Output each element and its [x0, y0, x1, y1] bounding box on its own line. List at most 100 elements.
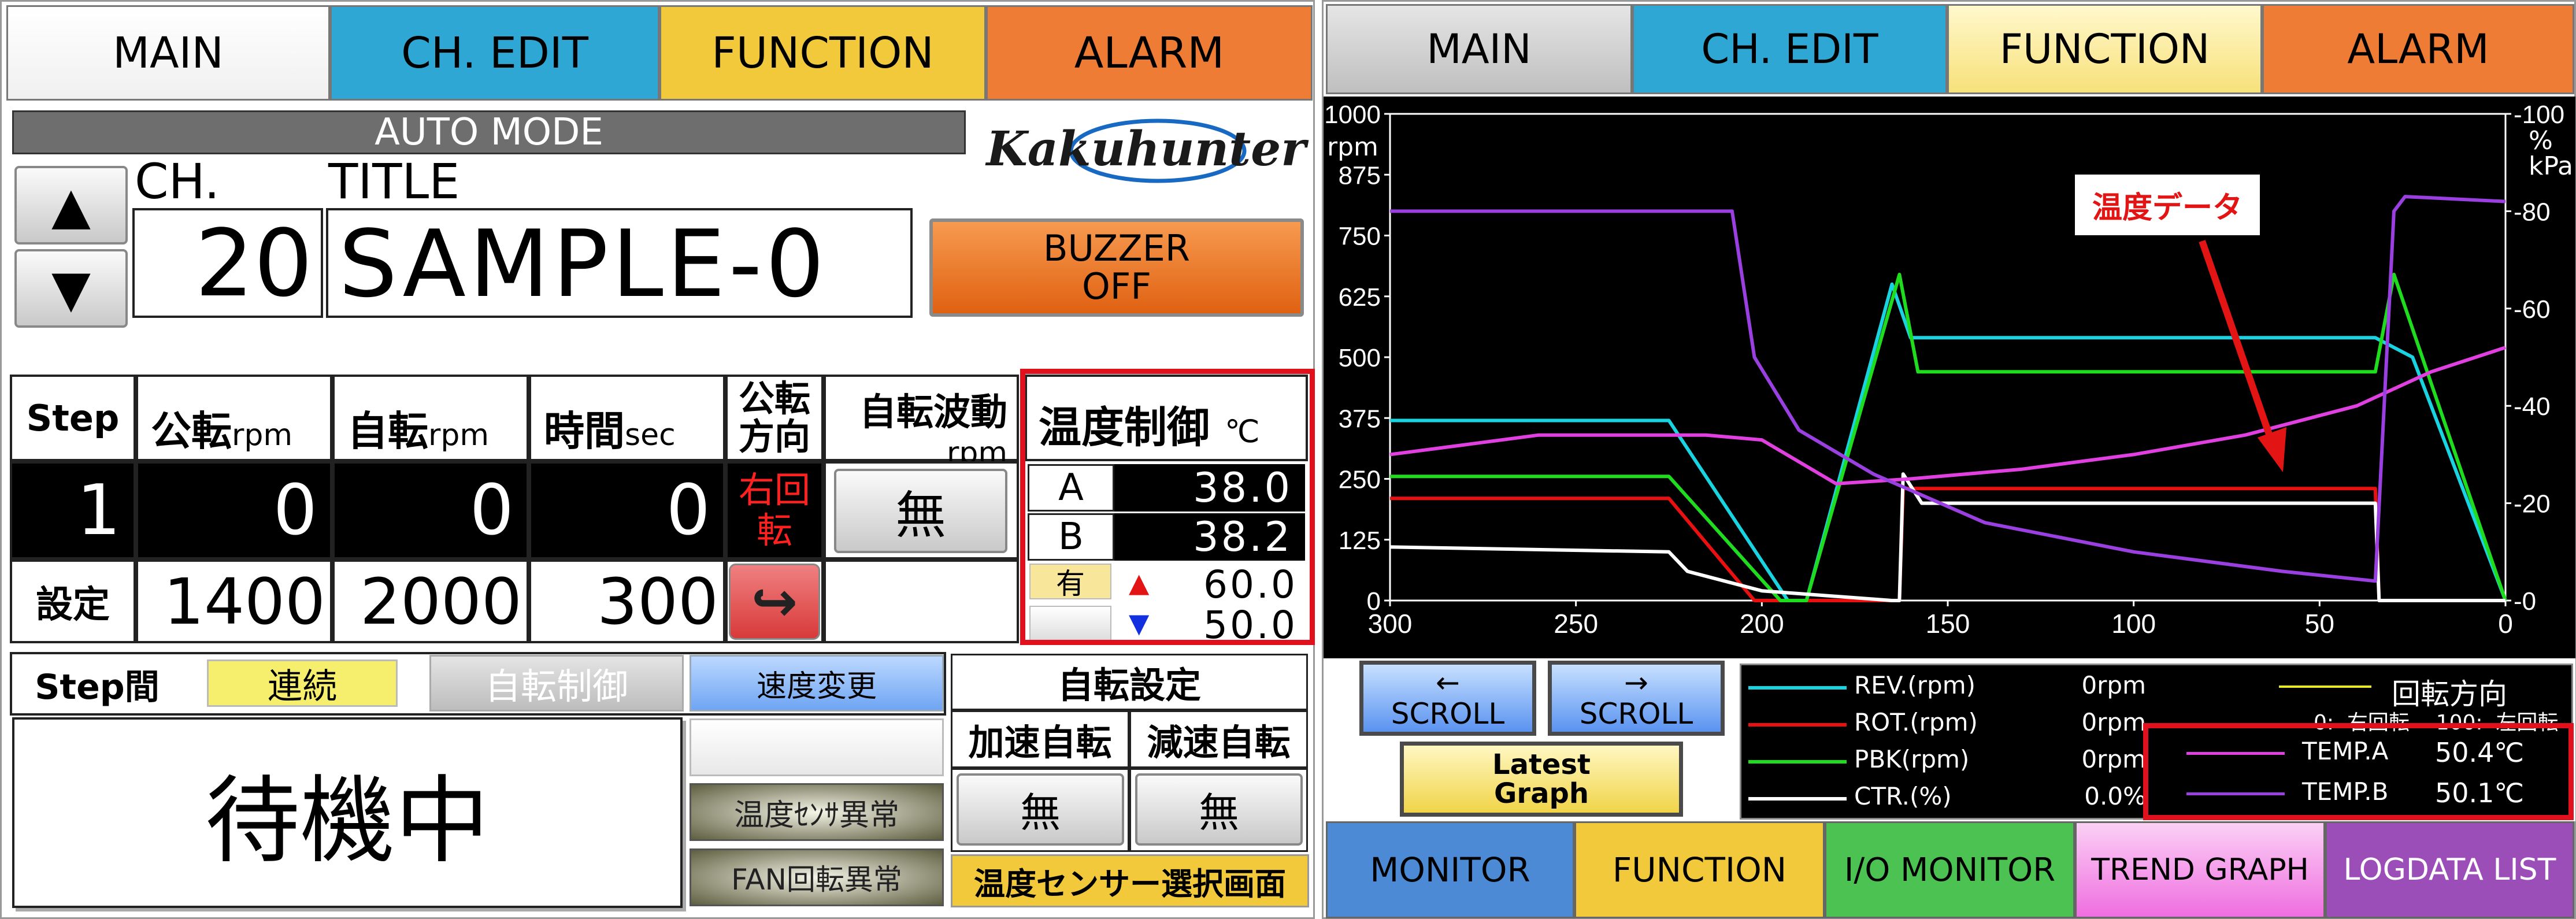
- tab-function[interactable]: FUNCTION: [659, 5, 986, 101]
- series-line-rev-rpm: [1390, 282, 2507, 602]
- row2-rev[interactable]: 1400: [136, 559, 332, 643]
- wave-none-button[interactable]: 無: [834, 469, 1007, 553]
- title-label: TITLE: [328, 153, 460, 210]
- kakuhunter-logo: Kakuhunter: [984, 106, 1308, 192]
- title-value[interactable]: SAMPLE-0: [326, 208, 913, 318]
- decel-none-button[interactable]: 無: [1135, 773, 1303, 846]
- bottom-tab-function[interactable]: FUNCTION: [1574, 821, 1825, 918]
- row2-label: 設定: [10, 559, 136, 643]
- rot-setting-title: 自転設定: [951, 654, 1308, 710]
- bottom-tab-monitor[interactable]: MONITOR: [1326, 821, 1574, 918]
- direction-toggle-button[interactable]: ↪: [729, 564, 820, 640]
- legend-item: ROT.(rpm) 0rpm: [1741, 707, 2146, 742]
- y-tick-label: 125: [1339, 527, 1381, 555]
- y-tick-label: 250: [1339, 466, 1381, 494]
- ch-label: CH.: [135, 153, 220, 210]
- legend-value: 0rpm: [2081, 708, 2146, 736]
- y2-tick-label: -60: [2514, 295, 2551, 324]
- accel-label: 加速自転: [951, 710, 1129, 768]
- y-tick-label: 1000: [1324, 101, 1381, 129]
- direction-legend: 回転方向 0: 右回転 100: 左回転: [2279, 671, 2568, 735]
- x-tick-label: 200: [1740, 609, 1784, 639]
- ch-down-button[interactable]: ▼: [14, 249, 128, 328]
- legend-item: PBK(rpm) 0rpm: [1741, 744, 2146, 779]
- legend-box: REV.(rpm) 0rpm ROT.(rpm) 0rpm PBK(rpm) 0rpm CT…: [1740, 664, 2574, 820]
- x-tick-label: 0: [2498, 609, 2513, 639]
- legend-name: CTR.(%): [1854, 782, 1952, 810]
- series-line-temp-a: [1389, 346, 2506, 486]
- x-tick-label: 50: [2305, 609, 2334, 639]
- y2-tick-label: -100: [2514, 101, 2564, 129]
- header-wave: 自転波動 rpm: [824, 375, 1019, 470]
- right-tab-ch-edit[interactable]: CH. EDIT: [1632, 4, 1947, 94]
- temp-legend-highlight: [2143, 723, 2574, 820]
- row2-wave-cell: [824, 559, 1019, 643]
- legend-item: REV.(rpm) 0rpm: [1741, 670, 2146, 705]
- bottom-tab-trend-graph[interactable]: TREND GRAPH: [2075, 821, 2325, 918]
- legend-name: ROT.(rpm): [1854, 708, 1978, 736]
- y-tick-label: 500: [1339, 344, 1381, 372]
- tab-main[interactable]: MAIN: [6, 5, 330, 101]
- annotation-arrow-icon: [2199, 240, 2286, 472]
- row1-rev: 0: [136, 461, 332, 559]
- logo-text: Kakuhunter: [986, 121, 1306, 177]
- series-line-temp-b: [1390, 195, 2506, 583]
- y-tick-label: 750: [1339, 223, 1381, 251]
- y2-tick-label: -0: [2514, 587, 2536, 616]
- header-rev: 公転rpm: [136, 375, 332, 461]
- bottom-tab-io-monitor[interactable]: I/O MONITOR: [1825, 821, 2075, 918]
- auto-mode-banner: AUTO MODE: [12, 110, 966, 154]
- temp-highlight-box: [1020, 369, 1315, 645]
- legend-name: PBK(rpm): [1854, 745, 1970, 773]
- sensor-select-button[interactable]: 温度センサー選択画面: [951, 854, 1309, 907]
- right-tab-function[interactable]: FUNCTION: [1947, 4, 2262, 94]
- y2-tick-label: -80: [2514, 198, 2551, 226]
- y-tick-label: 625: [1339, 283, 1381, 312]
- x-tick-label: 300: [1368, 609, 1413, 639]
- legend-name: REV.(rpm): [1854, 671, 1975, 699]
- right-axis-units: % kPa: [2529, 126, 2573, 181]
- series-line-ctr: [1389, 472, 2505, 602]
- row1-rot: 0: [332, 461, 529, 559]
- ch-up-button[interactable]: ▲: [14, 166, 128, 244]
- row2-time[interactable]: 300: [529, 559, 725, 643]
- sensor-error-indicator: 温度ｾﾝｻ異常: [690, 783, 944, 841]
- y2-tick-label: -40: [2514, 392, 2551, 421]
- row1-direction: 右回 転: [725, 461, 824, 559]
- x-tick-label: 150: [1926, 609, 1970, 639]
- x-tick-label: 250: [1554, 609, 1598, 639]
- legend-item: CTR.(%) 0.0%: [1741, 781, 2146, 816]
- plot-frame: [1389, 113, 2507, 602]
- tab-ch-edit[interactable]: CH. EDIT: [330, 5, 659, 101]
- continuous-button[interactable]: 連続: [207, 659, 398, 707]
- legend-value: 0rpm: [2081, 745, 2146, 773]
- rotation-control-button[interactable]: 自転制御: [429, 655, 684, 712]
- header-direction: 公転 方向: [725, 375, 824, 461]
- fan-error-indicator: FAN回転異常: [690, 848, 944, 906]
- speed-change-button[interactable]: 速度変更: [690, 655, 944, 712]
- temp-data-annotation: 温度データ: [2075, 175, 2260, 235]
- buzzer-off-button[interactable]: BUZZER OFF: [929, 218, 1304, 317]
- status-display: 待機中: [12, 717, 683, 908]
- y-tick-label: 375: [1339, 405, 1381, 433]
- down-arrow-icon: ▼: [51, 258, 91, 318]
- right-tab-alarm[interactable]: ALARM: [2262, 4, 2574, 94]
- direction-legend-line: [2279, 685, 2371, 688]
- ch-value[interactable]: 20: [132, 208, 323, 318]
- scroll-left-button[interactable]: ← SCROLL: [1359, 661, 1536, 736]
- latest-graph-button[interactable]: Latest Graph: [1400, 742, 1683, 817]
- header-time: 時間sec: [529, 375, 725, 461]
- left-panel: MAIN CH. EDIT FUNCTION ALARM AUTO MODE K…: [0, 0, 1315, 919]
- bottom-tab-logdata-list[interactable]: LOGDATA LIST: [2325, 821, 2574, 918]
- row2-rot[interactable]: 2000: [332, 559, 529, 643]
- header-step: Step: [10, 375, 136, 461]
- x-tick-label: 100: [2111, 609, 2156, 639]
- legend-value: 0.0%: [2084, 782, 2146, 810]
- tab-alarm[interactable]: ALARM: [986, 5, 1313, 101]
- accel-none-button[interactable]: 無: [957, 773, 1124, 846]
- decel-label: 減速自転: [1129, 710, 1308, 768]
- up-arrow-icon: ▲: [51, 175, 91, 235]
- scroll-right-button[interactable]: → SCROLL: [1548, 661, 1725, 736]
- legend-line: [1748, 723, 1847, 727]
- right-tab-main[interactable]: MAIN: [1326, 4, 1632, 94]
